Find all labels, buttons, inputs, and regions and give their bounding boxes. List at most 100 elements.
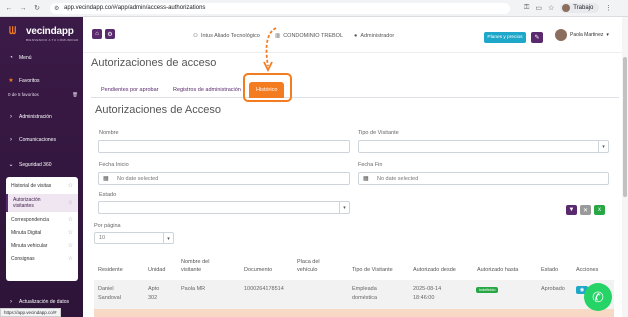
status-badge: Indefinido <box>476 287 499 293</box>
tabs: Pendientes por aprobar Registros de admi… <box>91 82 619 98</box>
fecha-inicio-label: Fecha Inicio <box>99 162 129 168</box>
reload-icon[interactable]: ↻ <box>32 3 42 13</box>
calendar-icon: ▦ <box>103 176 109 182</box>
address-bar[interactable]: ⚙ app.vecindapp.co/#/app/admin/access-au… <box>50 2 510 14</box>
sidebar-item-menu[interactable]: ◔ Menú <box>8 55 31 61</box>
fecha-inicio-placeholder: No date selected <box>117 175 159 182</box>
user-menu[interactable]: Paola Martinez ▾ <box>555 29 609 41</box>
submenu-historial-visitas[interactable]: Historial de visitas ☆ <box>6 181 78 190</box>
estado-select[interactable]: ▾ <box>98 201 350 214</box>
tools-button[interactable]: ✎ <box>531 32 543 43</box>
bookmark-star-icon[interactable]: ☆ <box>548 4 554 12</box>
whatsapp-icon: ✆ <box>592 288 604 305</box>
table-row <box>94 309 614 317</box>
sidebar-item-administracion[interactable]: › Administración <box>8 114 52 120</box>
site-info-icon[interactable]: ⚙ <box>54 5 60 12</box>
sidebar-item-comunicaciones[interactable]: › Comunicaciones <box>8 137 56 143</box>
tipo-visitante-select[interactable]: ▾ <box>358 140 609 153</box>
home-icon: ⌂ <box>95 31 99 37</box>
annotation-highlight <box>243 73 292 102</box>
submenu-consignas[interactable]: Consignas ☆ <box>6 254 78 263</box>
avatar <box>555 29 567 41</box>
annotation-arrow <box>263 27 277 73</box>
sidebar-item-label: Cuentas de cobro <box>19 276 59 282</box>
fecha-fin-label: Fecha Fin <box>358 162 383 168</box>
plans-and-prices-button[interactable]: Planes y precios <box>484 32 526 43</box>
sidebar-item-actualizacion-datos[interactable]: › Actualización de datos <box>8 299 69 305</box>
password-key-icon[interactable]: ⚿ <box>524 4 529 12</box>
tab-registros-administracion[interactable]: Registros de administración <box>173 82 241 98</box>
sidebar-item-favorites[interactable]: ★ Favoritos <box>8 77 40 85</box>
condominium-name: CONDOMINIO TREBOL <box>283 33 343 39</box>
star-icon: ★ <box>8 78 14 84</box>
browser-menu-icon[interactable]: ⋮ <box>603 3 613 13</box>
browser-profile-button[interactable]: Trabajo <box>560 3 600 13</box>
fecha-fin-placeholder: No date selected <box>377 175 419 182</box>
per-page-value: 10 <box>99 235 106 241</box>
cell-documento: 1000264178514 <box>244 286 284 292</box>
scrollbar-thumb[interactable] <box>623 57 627 197</box>
sidebar-item-label: Seguridad 360 <box>19 161 52 168</box>
home-button[interactable]: ⌂ <box>92 29 102 39</box>
submenu-minuta-digital[interactable]: Minuta Digital ☆ <box>6 228 78 237</box>
fecha-inicio-datepicker[interactable]: ▦ No date selected <box>98 172 350 185</box>
submenu-label: Autorización visitantes <box>13 197 41 209</box>
fecha-fin-datepicker[interactable]: ▦ No date selected <box>358 172 609 185</box>
page-scrollbar[interactable] <box>622 17 628 317</box>
favorite-star-icon[interactable]: ☆ <box>68 182 73 189</box>
back-icon[interactable]: ← <box>4 3 14 13</box>
profile-avatar <box>562 4 571 12</box>
url-text: app.vecindapp.co/#/app/admin/access-auth… <box>64 5 206 11</box>
logo-text: vecindapp <box>26 26 74 37</box>
sidebar-item-label: Administración <box>19 114 52 120</box>
caret-down-icon: ▾ <box>606 32 609 38</box>
calendar-icon: ▦ <box>363 176 369 182</box>
excel-icon: x <box>598 207 601 213</box>
chevron-down-icon: ▾ <box>163 233 173 244</box>
settings-button[interactable]: ⚙ <box>105 29 115 39</box>
sidebar-item-seguridad[interactable]: ⌄ Seguridad 360 <box>8 161 52 169</box>
export-excel-button[interactable]: x <box>594 205 605 215</box>
nombre-input[interactable] <box>98 140 350 153</box>
filter-icon: ▼ <box>568 207 575 213</box>
submenu-correspondencia[interactable]: Correspondencia ☆ <box>6 215 78 224</box>
section-title: Autorizaciones de Acceso <box>95 104 221 116</box>
favorite-star-icon[interactable]: ☆ <box>68 242 73 249</box>
logo-subtitle: BIENVENIDO A TU COMUNIDAD <box>26 38 79 42</box>
favorite-star-icon[interactable]: ☆ <box>68 255 73 262</box>
col-header-desde: Autorizado desde <box>413 267 456 273</box>
cast-icon[interactable]: ▭ <box>535 4 542 12</box>
col-header-estado: Estado <box>541 267 559 273</box>
favorite-star-icon[interactable]: ☆ <box>68 200 73 206</box>
sidebar-item-cuentas-cobro[interactable]: › Cuentas de cobro <box>8 276 58 282</box>
trash-icon[interactable]: 🗑 <box>72 92 78 98</box>
submenu-autorizacion-visitantes[interactable]: Autorización visitantes ☆ <box>6 194 78 212</box>
col-header-tipo: Tipo de Visitante <box>352 267 393 273</box>
forward-icon[interactable]: → <box>18 3 28 13</box>
chevron-down-icon: ▾ <box>339 202 349 213</box>
filter-button[interactable]: ▼ <box>566 205 577 215</box>
submenu-minuta-vehicular[interactable]: Minuta vehicular ☆ <box>6 241 78 250</box>
per-page-select[interactable]: 10 ▾ <box>94 232 174 244</box>
whatsapp-chat-button[interactable]: ✆ <box>584 283 612 311</box>
favorites-count: 0 de 5 favoritos 🗑 <box>8 92 78 98</box>
favorite-star-icon[interactable]: ☆ <box>68 229 73 236</box>
estado-label: Estado <box>99 192 117 198</box>
clear-icon: ✕ <box>582 207 589 214</box>
col-header-documento: Documento <box>244 267 273 273</box>
sidebar-item-label: Favoritos <box>19 77 40 84</box>
col-header-visitante: Nombre del visitante <box>181 259 210 273</box>
submenu-label: Minuta Digital <box>11 229 42 236</box>
clear-filter-button[interactable]: ✕ <box>580 205 591 215</box>
tools-icon: ✎ <box>534 35 540 41</box>
seguridad-submenu: Historial de visitas ☆ Autorización visi… <box>6 177 78 281</box>
vecindapp-logo[interactable]: ᗯ vecindapp BIENVENIDO A TU COMUNIDAD <box>9 26 78 42</box>
chevron-down-icon: ⌄ <box>8 162 14 168</box>
submenu-label: Correspondencia <box>11 216 50 223</box>
col-header-unidad: Unidad <box>148 267 166 273</box>
user-icon: ● <box>354 33 358 39</box>
favorite-star-icon[interactable]: ☆ <box>68 216 73 223</box>
role-name: Administrador <box>360 33 395 39</box>
submenu-label: Minuta vehicular <box>11 242 48 249</box>
tab-pendientes[interactable]: Pendientes por aprobar <box>101 82 158 98</box>
